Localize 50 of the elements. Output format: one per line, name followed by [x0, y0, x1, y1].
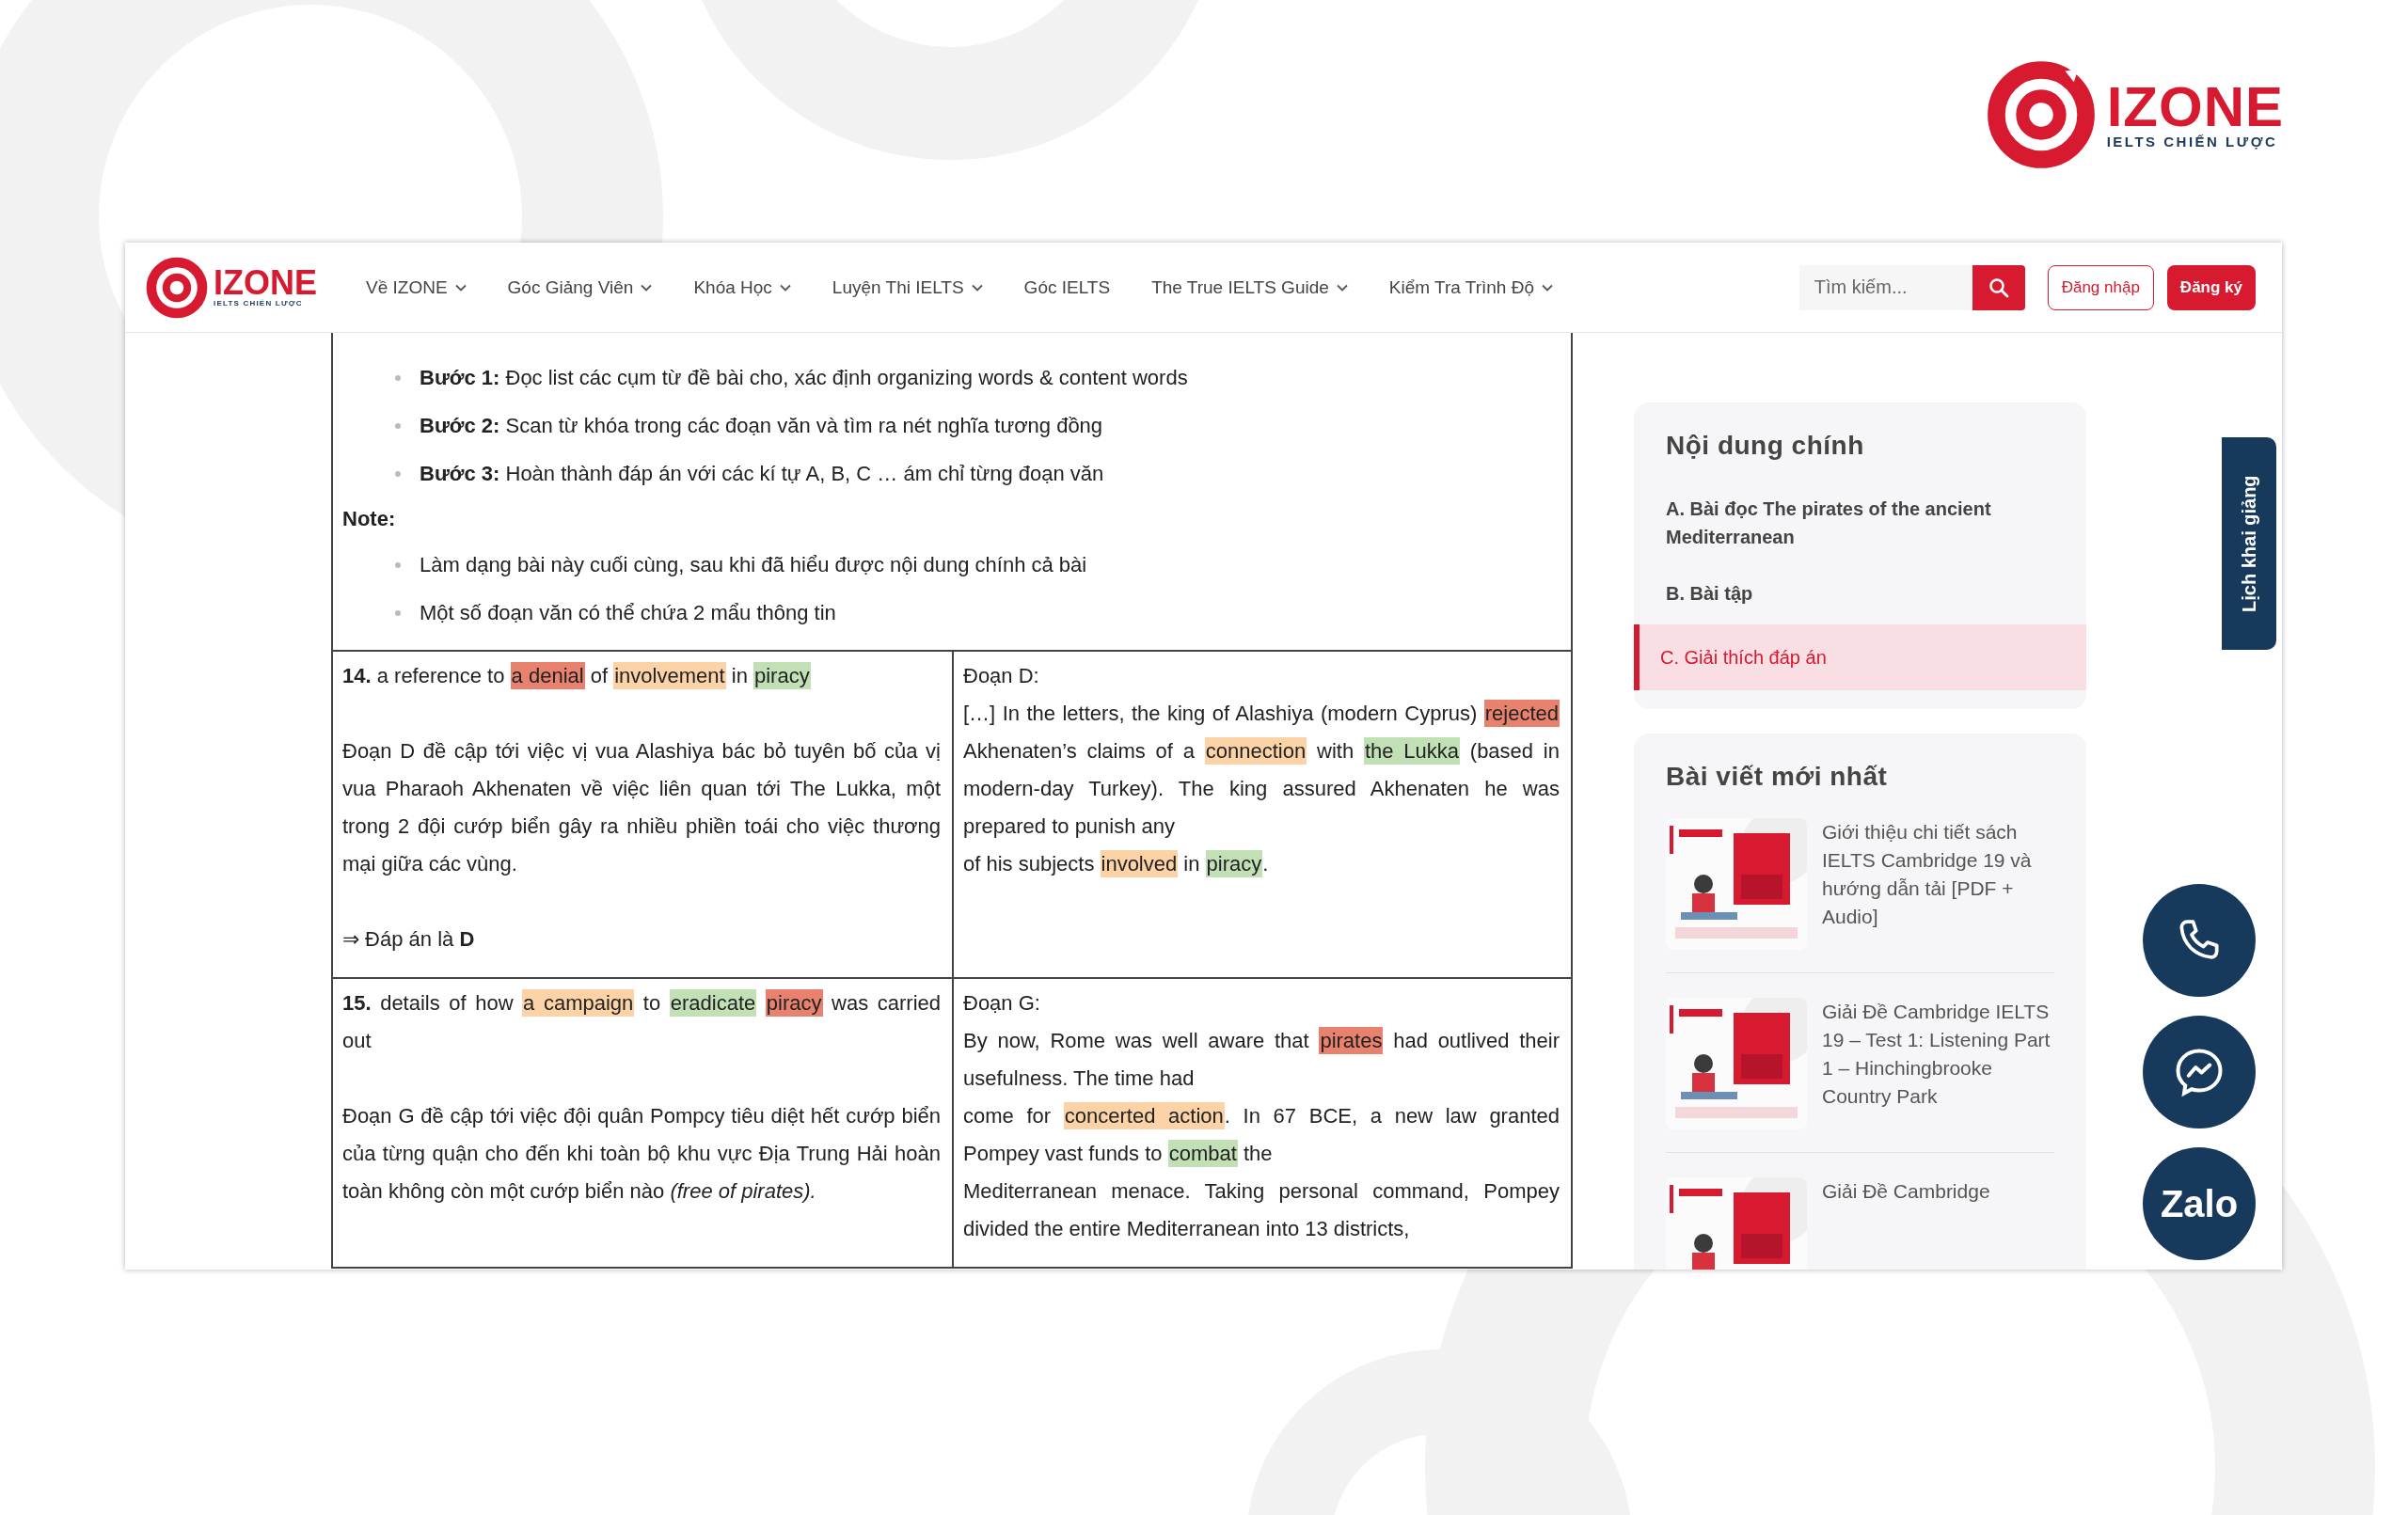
card-title: Nội dung chính	[1665, 431, 1865, 462]
nav-link[interactable]: Luyện Thi IELTS	[832, 276, 983, 298]
note-item: Một số đoạn văn có thể chứa 2 mẩu thông tin	[395, 589, 836, 637]
step-item: Bước 1: Đọc list các cụm từ đề bài cho, xác định organizing words & content words	[395, 354, 1188, 402]
logo-icon[interactable]	[146, 256, 208, 319]
logo-icon	[1986, 60, 2096, 169]
step-item: Bước 2: Scan từ khóa trong các đoạn văn và tìm ra nét nghĩa tương đồng	[395, 402, 1103, 450]
caret-icon	[1336, 283, 1348, 292]
brand-tagline: IELTS CHIẾN LƯỢC	[214, 299, 304, 308]
caret-icon	[779, 283, 791, 292]
schedule-tab[interactable]: Lịch khai giảng	[2222, 437, 2276, 650]
cell-text: of his subjects involved in piracy.	[963, 849, 1270, 879]
brand-tagline: IELTS CHIẾN LƯỢC	[2106, 133, 2279, 150]
toc-item[interactable]: A. Bài đọc The pirates of the ancient Mediterranean	[1634, 483, 2086, 568]
login-button[interactable]: Đăng nhập	[2047, 264, 2154, 310]
post-link[interactable]: Giải Đề Cambridge IELTS 19 – Test 1: Listening Part 1 – Hinchingbrooke Country Park	[1822, 998, 2054, 1129]
brand-name: IZONE	[2106, 80, 2284, 134]
cell-text: Đoạn G đề cập tới việc đội quân Pompcy tiêu diệt hết cướp biển của từng quận cho đến khi toàn bộ khu vực Địa Trung Hải hoàn toàn không còn một cướp biển nào (free of pirates).	[342, 1103, 941, 1205]
post-link[interactable]: Giải Đề Cambridge	[1822, 1177, 1990, 1270]
nav-link[interactable]: Kiểm Tra Trình Độ	[1388, 276, 1553, 298]
nav-link[interactable]: Góc IELTS	[1023, 276, 1111, 298]
caret-icon	[1542, 283, 1553, 292]
cell-text: ⇒ Đáp án là D	[342, 926, 476, 953]
caret-icon	[641, 283, 653, 292]
cell-text: Mediterranean menace. Taking personal command, Pompey divided the entire Mediterranean into 13 districts,	[963, 1178, 1560, 1242]
caret-icon	[454, 283, 467, 292]
search-icon	[1987, 276, 2010, 299]
nav-link[interactable]: The True IELTS Guide	[1151, 276, 1348, 298]
note-label: Note:	[341, 506, 397, 532]
cell-text: 14. a reference to a denial of involvement in piracy	[342, 661, 812, 691]
search-field[interactable]: Tìm kiếm...	[1798, 264, 1972, 310]
note-item: Làm dạng bài này cuối cùng, sau khi đã hiểu được nội dung chính cả bài	[395, 541, 1087, 589]
post-link[interactable]: Giới thiệu chi tiết sách IELTS Cambridge 19 và hướng dẫn tải [PDF + Audio]	[1822, 818, 2054, 950]
cell-text: 15. details of how a campaign to eradicate piracy was carried out	[342, 988, 941, 1054]
caret-icon	[971, 283, 983, 292]
cell-text: Đoạn D:	[963, 663, 1040, 689]
nav-link[interactable]: Góc Giảng Viên	[507, 276, 653, 298]
search-button[interactable]	[1972, 264, 2025, 310]
cell-text: come for concerted action. In 67 BCE, a new law granted Pompey vast funds to combat the	[963, 1101, 1560, 1169]
step-item: Bước 3: Hoàn thành đáp án với các kí tự A, B, C … ám chỉ từng đoạn văn	[395, 450, 1104, 497]
nav-link[interactable]: Khóa Học	[693, 276, 791, 298]
card-title: Bài viết mới nhất	[1665, 762, 1889, 793]
nav-link[interactable]: Về IZONE	[366, 276, 467, 298]
cell-text: Đoạn D đề cập tới việc vị vua Alashiya bác bỏ tuyên bố của vị vua Pharaoh Akhenaten về việc liên quan tới The Lukka, một trong 2 đội cướp biển gây ra nhiều phiền toái cho việc thương mại giữa các vùng.	[342, 738, 941, 877]
brand-name: IZONE	[214, 267, 317, 299]
signup-button[interactable]: Đăng ký	[2166, 264, 2256, 310]
toc-item[interactable]: C. Giải thích đáp án	[1634, 624, 2086, 690]
cell-text: Đoạn G:	[963, 990, 1041, 1017]
zalo-button[interactable]: Zalo	[2143, 1147, 2256, 1260]
toc-item[interactable]: B. Bài tập	[1634, 568, 2086, 624]
